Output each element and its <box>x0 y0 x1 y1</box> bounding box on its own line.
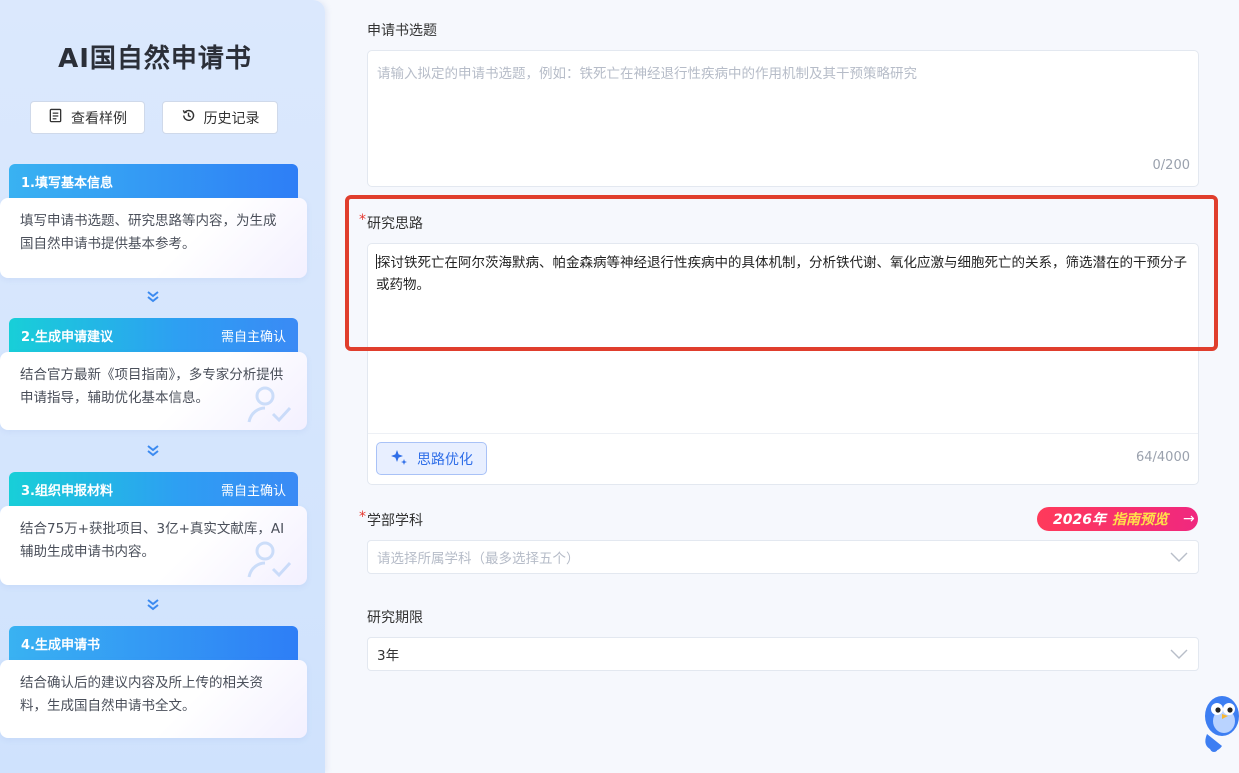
user-check-icon <box>247 541 292 578</box>
optimize-idea-label: 思路优化 <box>417 451 473 468</box>
discipline-label: 学部学科 <box>367 513 423 529</box>
period-value: 3年 <box>377 648 400 664</box>
step-2[interactable]: 2.生成申请建议 需自主确认 结合官方最新《项目指南》，多专家分析提供申请指导，… <box>0 318 307 430</box>
history-icon <box>181 108 196 127</box>
step-2-card: 结合官方最新《项目指南》，多专家分析提供申请指导，辅助优化基本信息。 <box>0 352 307 430</box>
required-mark: * <box>359 212 366 228</box>
idea-counter: 64/4000 <box>1135 450 1190 465</box>
discipline-placeholder: 请选择所属学科（最多选择五个） <box>377 551 580 567</box>
chevron-down-icon <box>1170 552 1188 562</box>
chevron-down-icon <box>147 599 159 611</box>
idea-value: 探讨铁死亡在阿尔茨海默病、帕金森病等神经退行性疾病中的具体机制，分析铁代谢、氧化… <box>376 255 1187 293</box>
step-1-title: 1.填写基本信息 <box>21 175 113 191</box>
step-2-badge: 需自主确认 <box>220 329 286 345</box>
required-mark: * <box>359 509 366 525</box>
step-3-title: 3.组织申报材料 <box>21 483 113 499</box>
step-4-title: 4.生成申请书 <box>21 637 100 653</box>
discipline-select[interactable]: 请选择所属学科（最多选择五个） <box>367 540 1199 574</box>
step-3-card: 结合75万+获批项目、3亿+真实文献库，AI辅助生成申请书内容。 <box>0 506 307 585</box>
topic-placeholder: 请输入拟定的申请书选题，例如：铁死亡在神经退行性疾病中的作用机制及其干预策略研究 <box>377 66 917 82</box>
chevron-down-icon <box>147 291 159 303</box>
sparkle-icon <box>390 448 408 470</box>
step-4-header: 4.生成申请书 <box>9 626 298 660</box>
period-select[interactable]: 3年 <box>367 637 1199 671</box>
guide-year: 2026年 <box>1053 512 1106 528</box>
step-1[interactable]: 1.填写基本信息 填写申请书选题、研究思路等内容，为生成国自然申请书提供基本参考… <box>0 164 307 278</box>
step-3-header: 3.组织申报材料 需自主确认 <box>9 472 298 506</box>
period-label: 研究期限 <box>367 610 423 626</box>
mascot-icon[interactable] <box>1198 690 1239 754</box>
guide-preview-button[interactable]: 2026年 指南预览 → <box>1037 507 1198 531</box>
step-3-badge: 需自主确认 <box>220 483 286 499</box>
sidebar: AI国自然申请书 查看样例 历史记录 1.填写基本信息 填写申请书选题、研究思路… <box>0 0 325 773</box>
idea-text[interactable]: 探讨铁死亡在阿尔茨海默病、帕金森病等神经退行性疾病中的具体机制，分析铁代谢、氧化… <box>376 252 1194 296</box>
optimize-idea-button[interactable]: 思路优化 <box>376 442 487 475</box>
step-4-desc: 结合确认后的建议内容及所上传的相关资料，生成国自然申请书全文。 <box>20 675 263 714</box>
step-2-title: 2.生成申请建议 <box>21 329 113 345</box>
view-sample-label: 查看样例 <box>71 110 127 127</box>
history-button[interactable]: 历史记录 <box>162 101 278 134</box>
step-1-header: 1.填写基本信息 <box>9 164 298 198</box>
chevron-down-icon <box>147 445 159 457</box>
history-label: 历史记录 <box>203 110 260 127</box>
step-4-card: 结合确认后的建议内容及所上传的相关资料，生成国自然申请书全文。 <box>0 660 307 738</box>
app-title: AI国自然申请书 <box>58 44 252 74</box>
topic-textarea[interactable]: 请输入拟定的申请书选题，例如：铁死亡在神经退行性疾病中的作用机制及其干预策略研究… <box>367 50 1199 187</box>
guide-text: 指南预览 <box>1111 512 1168 528</box>
step-2-header: 2.生成申请建议 需自主确认 <box>9 318 298 352</box>
topic-label: 申请书选题 <box>367 23 437 39</box>
step-1-desc: 填写申请书选题、研究思路等内容，为生成国自然申请书提供基本参考。 <box>20 213 277 252</box>
arrow-right-icon: → <box>1182 511 1195 527</box>
idea-divider <box>368 433 1198 434</box>
step-4[interactable]: 4.生成申请书 结合确认后的建议内容及所上传的相关资料，生成国自然申请书全文。 <box>0 626 307 738</box>
topic-counter: 0/200 <box>1152 158 1190 173</box>
view-sample-button[interactable]: 查看样例 <box>30 101 145 134</box>
step-3[interactable]: 3.组织申报材料 需自主确认 结合75万+获批项目、3亿+真实文献库，AI辅助生… <box>0 472 307 585</box>
user-check-icon <box>247 386 292 423</box>
chevron-down-icon <box>1170 649 1188 659</box>
idea-label: 研究思路 <box>367 216 423 232</box>
step-1-card: 填写申请书选题、研究思路等内容，为生成国自然申请书提供基本参考。 <box>0 198 307 278</box>
document-icon <box>48 108 63 127</box>
